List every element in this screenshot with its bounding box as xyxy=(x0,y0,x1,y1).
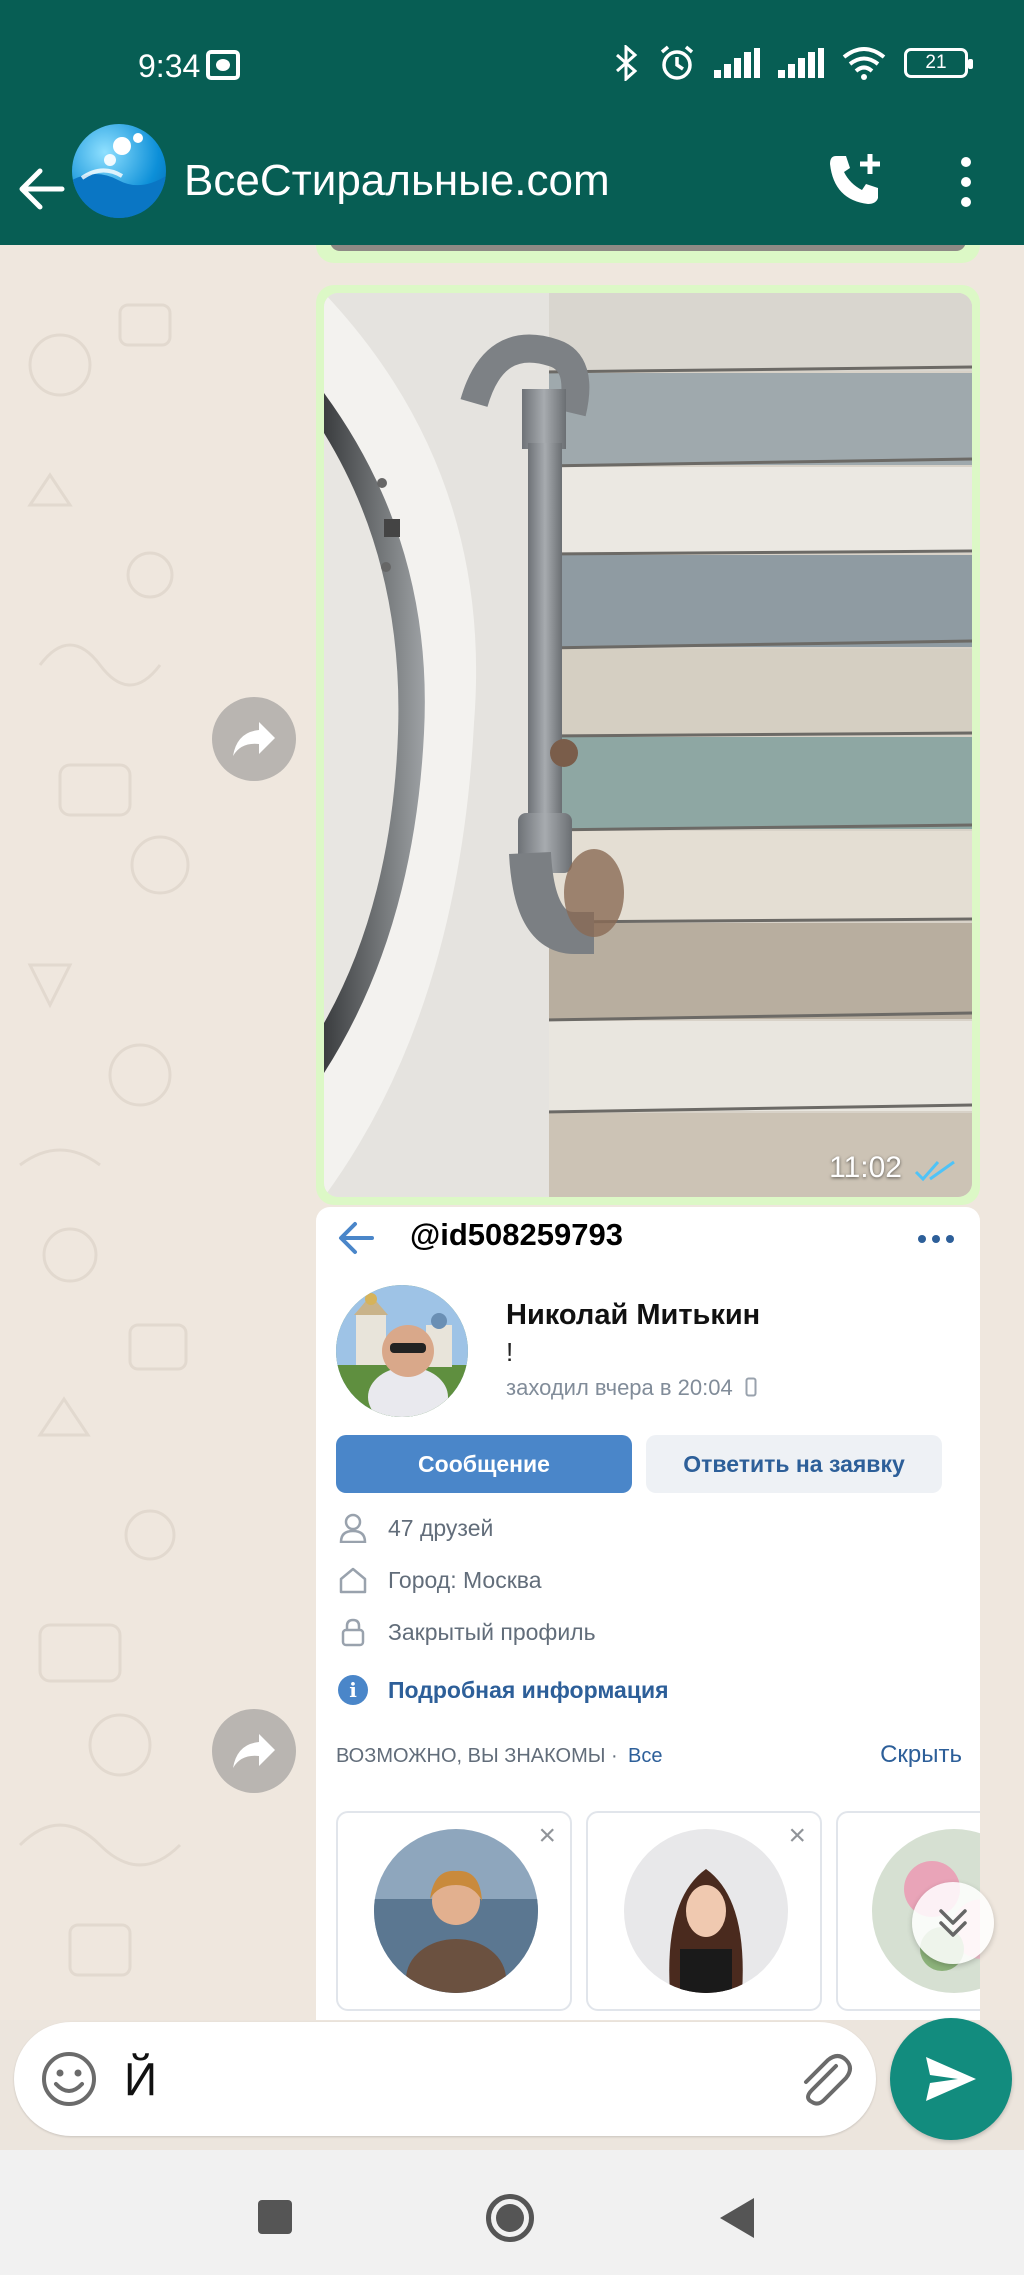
wifi-icon xyxy=(842,47,886,80)
vk-profile-handle: @id508259793 xyxy=(410,1217,623,1252)
person-icon xyxy=(336,1511,370,1545)
vk-suggestion-card: × xyxy=(336,1811,572,2011)
message-image[interactable]: @id508259793 Николай Митькин ! заходил в… xyxy=(316,1207,980,2020)
forward-icon xyxy=(233,722,275,756)
more-options-icon[interactable] xyxy=(956,152,976,212)
vk-profile-name: Николай Митькин xyxy=(506,1299,761,1331)
emoji-icon[interactable] xyxy=(40,2050,98,2108)
bluetooth-icon xyxy=(616,45,638,81)
status-bar: 9:34 21 xyxy=(0,0,1024,130)
close-icon: × xyxy=(788,1819,806,1852)
vk-back-arrow-icon xyxy=(339,1222,374,1254)
home-button[interactable] xyxy=(486,2194,534,2242)
vk-profile-status: ! xyxy=(506,1337,514,1367)
vk-last-seen: заходил вчера в 20:04 xyxy=(506,1375,757,1401)
send-button[interactable] xyxy=(890,2018,1012,2140)
message-input[interactable] xyxy=(124,2042,784,2116)
suggestion-photo xyxy=(624,1829,788,1993)
vk-privacy-row: Закрытый профиль xyxy=(336,1615,596,1649)
scroll-to-bottom-button[interactable] xyxy=(912,1882,994,1964)
vk-reply-request-button: Ответить на заявку xyxy=(646,1435,942,1493)
vk-hide-suggestions: Скрыть xyxy=(880,1741,962,1768)
vk-more-info-row: i Подробная информация xyxy=(336,1673,669,1707)
vk-friends-row: 47 друзей xyxy=(336,1511,493,1545)
vk-more-icon xyxy=(918,1235,954,1243)
vk-more-info: Подробная информация xyxy=(388,1676,669,1703)
photo-content xyxy=(324,293,972,1197)
attach-icon[interactable] xyxy=(792,2048,854,2110)
vk-city-row: Город: Москва xyxy=(336,1563,542,1597)
chat-title[interactable]: ВсеСтиральные.com xyxy=(184,156,610,206)
vk-friends-count: 47 друзей xyxy=(388,1514,494,1541)
battery-icon: 21 xyxy=(904,48,973,78)
chat-avatar[interactable] xyxy=(72,124,166,218)
info-icon: i xyxy=(338,1675,368,1705)
send-icon xyxy=(926,2057,976,2101)
signal-icon-2 xyxy=(778,48,824,78)
double-chevron-down-icon xyxy=(939,1909,967,1937)
vk-suggestions-all: Все xyxy=(628,1745,663,1767)
status-time: 9:34 xyxy=(138,48,201,84)
washing-machine-photo[interactable]: 11:02 xyxy=(324,293,972,1197)
vk-last-seen-text: заходил вчера в 20:04 xyxy=(506,1375,733,1400)
mobile-device-icon xyxy=(745,1377,757,1397)
close-icon: × xyxy=(538,1819,556,1852)
forward-icon xyxy=(233,1734,275,1768)
screen-record-icon xyxy=(206,50,240,80)
vk-privacy: Закрытый профиль xyxy=(388,1618,596,1645)
message-image[interactable]: 11:02 xyxy=(316,285,980,1205)
forward-button[interactable] xyxy=(212,697,296,781)
alarm-icon xyxy=(660,45,694,80)
recent-apps-button[interactable] xyxy=(258,2200,292,2234)
vk-suggestion-card: × xyxy=(586,1811,822,2011)
system-navigation-bar xyxy=(0,2150,1024,2275)
vk-message-button: Сообщение xyxy=(336,1435,632,1493)
forward-button[interactable] xyxy=(212,1709,296,1793)
message-compose-box xyxy=(14,2022,876,2136)
previous-message-edge xyxy=(316,245,980,263)
lock-icon xyxy=(336,1615,370,1649)
vk-profile-photo xyxy=(336,1285,468,1417)
read-receipt-icon xyxy=(914,1160,955,1182)
chat-area[interactable]: 11:02 @id508259793 Николай Митькин ! зах… xyxy=(0,245,1024,2020)
vk-profile-screenshot[interactable]: @id508259793 Николай Митькин ! заходил в… xyxy=(316,1207,980,2020)
back-arrow-icon[interactable] xyxy=(18,168,66,210)
add-call-icon[interactable] xyxy=(826,150,884,208)
system-back-button[interactable] xyxy=(720,2198,754,2238)
status-icons: 21 xyxy=(614,44,973,82)
signal-icon-1 xyxy=(714,48,760,78)
home-icon xyxy=(336,1563,370,1597)
vk-city: Город: Москва xyxy=(388,1566,542,1593)
message-time: 11:02 xyxy=(829,1151,902,1184)
suggestion-photo xyxy=(374,1829,538,1993)
vk-suggestions-label: ВОЗМОЖНО, ВЫ ЗНАКОМЫ · xyxy=(336,1745,618,1767)
